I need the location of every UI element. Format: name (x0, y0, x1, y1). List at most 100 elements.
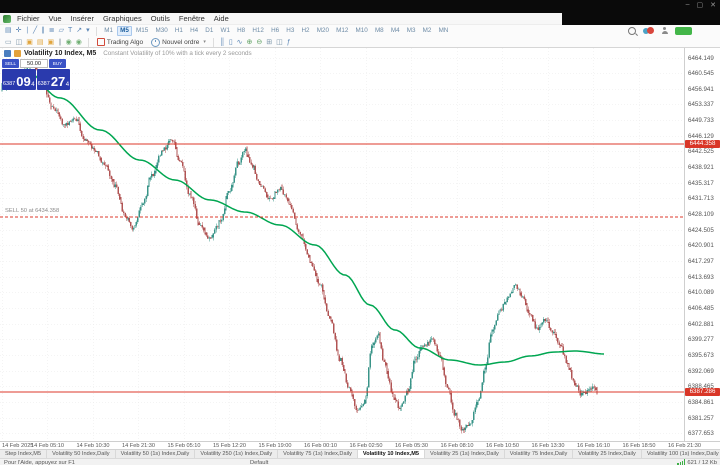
horizontal-price-lines[interactable] (0, 143, 684, 393)
grid-icon[interactable]: ⊞ (266, 38, 272, 47)
tile-windows-icon[interactable]: ◫ (276, 38, 283, 47)
timeframe-m3[interactable]: M3 (404, 26, 419, 36)
trendline-icon[interactable]: ╱ (33, 26, 37, 36)
history-icon[interactable]: ▤ (37, 38, 44, 47)
candlestick-icon[interactable]: ▯ (229, 38, 233, 47)
price-axis-label: 6399.277 (688, 336, 714, 344)
buy-button[interactable]: BUY (49, 59, 66, 68)
timeframe-m1[interactable]: M1 (101, 26, 116, 36)
menu-outils[interactable]: Outils (151, 14, 170, 23)
timeframe-m20[interactable]: M20 (314, 26, 333, 36)
shapes-icon[interactable]: ▱ (59, 26, 64, 36)
timeframe-h3[interactable]: H3 (283, 26, 297, 36)
timeframe-m5[interactable]: M5 (116, 26, 133, 36)
timeframe-m15[interactable]: M15 (133, 26, 152, 36)
status-profile[interactable]: Default (250, 460, 268, 465)
timeframe-m12[interactable]: M12 (333, 26, 352, 36)
line-chart-icon[interactable]: ∿ (237, 38, 243, 47)
price-axis-label: 6446.129 (688, 132, 714, 140)
channel-icon[interactable]: ∥ (41, 26, 45, 36)
titlebar-dark-region (562, 13, 720, 25)
chart-tab[interactable]: Step Index,M5 (0, 450, 48, 458)
menu-fichier[interactable]: Fichier (17, 14, 40, 23)
chart-tab[interactable]: Volatility 25 (1s) Index,Daily (425, 450, 505, 458)
chart-tab[interactable]: Volatility 100 (1s) Index,Daily (642, 450, 720, 458)
chart-area[interactable]: Volatility 10 Index, M5 Constant Volatil… (0, 48, 684, 441)
chart-tab[interactable]: Volatility 75 (1s) Index,Daily (278, 450, 358, 458)
price-axis-label: 6428.109 (688, 211, 714, 219)
volume-input[interactable]: 50.00 (20, 59, 48, 68)
timeframe-m30[interactable]: M30 (152, 26, 171, 36)
trading-algo-label[interactable]: Trading Algo (107, 39, 143, 46)
more-tools-icon[interactable]: ▾ (86, 26, 90, 36)
menu-fenetre[interactable]: Fenêtre (179, 14, 205, 23)
connection-status-pill[interactable] (675, 27, 692, 35)
sell-price-sup: 4 (31, 82, 35, 88)
timeframe-h2[interactable]: H2 (298, 26, 312, 36)
menu-inserer[interactable]: Insérer (71, 14, 94, 23)
timeframe-m4[interactable]: M4 (388, 26, 403, 36)
deposit-icon[interactable]: ▣ (26, 38, 33, 47)
text-tool-icon[interactable]: T (68, 26, 72, 36)
chart-tab[interactable]: Volatility 25 Index,Daily (573, 450, 642, 458)
timeframe-mn[interactable]: MN (435, 26, 451, 36)
chart-tab[interactable]: Volatility 10 Index,M5 (357, 450, 426, 458)
chart-tab[interactable]: Volatility 50 Index,Daily (47, 450, 116, 458)
crosshair-icon[interactable]: ✛ (16, 26, 22, 36)
trading-algo-checkbox[interactable] (96, 38, 105, 46)
fibonacci-icon[interactable]: ≣ (49, 26, 55, 36)
sell-button[interactable]: SELL (2, 59, 19, 68)
sell-price-box[interactable]: 6387 09 4 (2, 69, 36, 90)
close-button[interactable]: ✕ (710, 1, 716, 9)
chart-tab[interactable]: Volatility 75 Index,Daily (505, 450, 574, 458)
indicators-icon[interactable]: ƒ (287, 38, 291, 47)
globe-icon[interactable]: ◉ (66, 38, 72, 47)
timeframe-h1[interactable]: H1 (172, 26, 186, 36)
time-axis[interactable]: 14 Feb 2025 14 Feb 05:10 14 Feb 10:30 14 Fe… (0, 441, 720, 449)
user-account-icon[interactable] (661, 27, 668, 35)
sell-price-big: 09 (16, 74, 31, 89)
timeframe-h4[interactable]: H4 (187, 26, 201, 36)
toolbar-divider (87, 37, 89, 47)
lock-icon[interactable]: ▣ (48, 38, 55, 47)
maximize-button[interactable]: ▢ (697, 1, 704, 9)
new-order-button[interactable]: Nouvel ordre (162, 39, 199, 46)
mt5-window: – ▢ ✕ Fichier Vue Insérer Graphiques Outils F… (0, 0, 720, 465)
timeframe-d1[interactable]: D1 (202, 26, 216, 36)
timeframe-h8[interactable]: H8 (234, 26, 248, 36)
zoom-in-icon[interactable]: ⊕ (247, 38, 253, 47)
menu-graphiques[interactable]: Graphiques (103, 14, 142, 23)
new-order-dropdown-icon[interactable]: ▾ (203, 39, 206, 45)
buy-price-box[interactable]: 6387 27 4 (36, 69, 71, 90)
price-axis-label: 6424.505 (688, 226, 714, 234)
search-icon[interactable] (628, 27, 636, 35)
new-chart-icon[interactable]: ▤ (5, 26, 12, 36)
minimize-button[interactable]: – (686, 1, 690, 9)
menu-aide[interactable]: Aide (214, 14, 229, 23)
chart-window-icon[interactable]: ◫ (16, 38, 23, 47)
bar-chart-icon[interactable]: ║ (220, 38, 225, 47)
zoom-out-icon[interactable]: ⊖ (256, 38, 262, 47)
menu-vue[interactable]: Vue (49, 14, 62, 23)
timeframe-buttons: M1 M5 M15 M30 H1 H4 D1 W1 H8 H12 H6 H3 H2 M20 M12 M10 M8… (101, 26, 452, 36)
buy-price-big: 27 (50, 74, 66, 89)
vertical-line-icon[interactable]: ∣ (26, 26, 30, 36)
pause-icon[interactable]: ∥ (58, 38, 62, 47)
community-badge-icon[interactable] (643, 27, 654, 35)
cursor-mode-icon[interactable]: ▭ (5, 38, 12, 47)
timeframe-m2[interactable]: M2 (419, 26, 434, 36)
chart-tab[interactable]: Volatility 250 (1s) Index,Daily (195, 450, 279, 458)
globe-alt-icon[interactable]: ◉ (76, 38, 82, 47)
toolbar2-left-icons: ▭ ◫ ▣ ▤ ▣ ∥ ◉ ◉ (3, 38, 84, 47)
timeframe-h6[interactable]: H6 (268, 26, 282, 36)
arrows-tool-icon[interactable]: ↗ (76, 26, 82, 36)
price-axis-label: 6402.881 (688, 320, 714, 328)
timeframe-h12[interactable]: H12 (249, 26, 267, 36)
price-axis-label: 6435.317 (688, 179, 714, 187)
timeframe-w1[interactable]: W1 (217, 26, 233, 36)
price-axis[interactable]: 6464.149 6460.545 6456.941 6453.337 6449.733… (684, 48, 720, 441)
timeframe-m10[interactable]: M10 (352, 26, 371, 36)
candlestick-chart[interactable] (0, 48, 684, 441)
timeframe-m8[interactable]: M8 (372, 26, 387, 36)
chart-tab[interactable]: Volatility 50 (1s) Index,Daily (116, 450, 196, 458)
